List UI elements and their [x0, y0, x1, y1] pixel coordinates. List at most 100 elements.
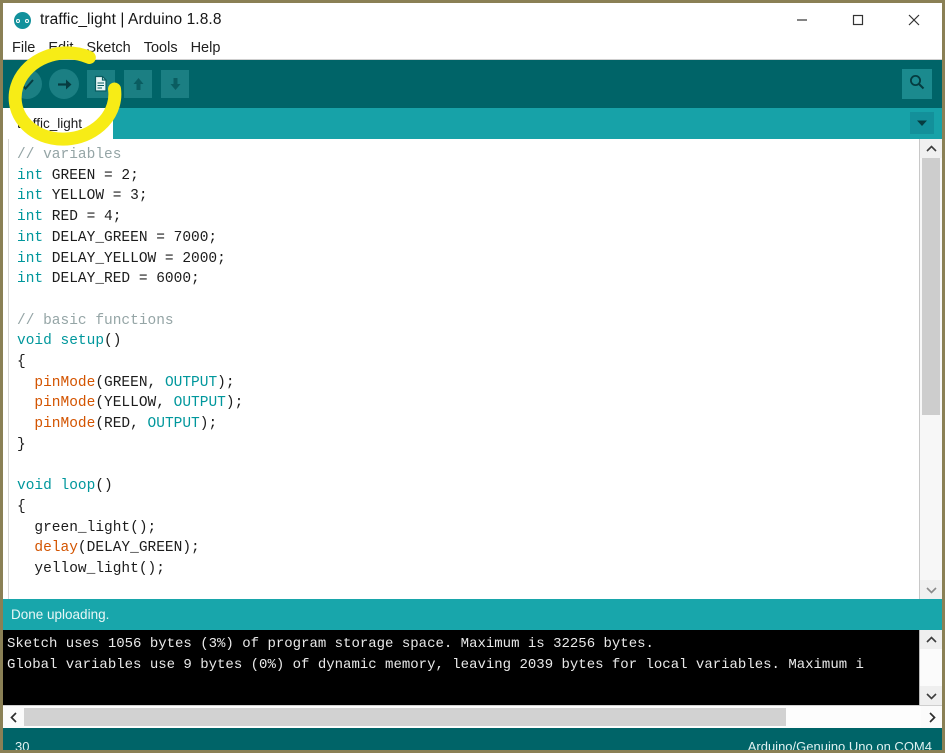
open-sketch-button[interactable] — [122, 68, 154, 100]
code-token: green_light(); — [17, 520, 156, 536]
verify-button[interactable] — [11, 68, 43, 100]
code-token: ); — [200, 416, 217, 432]
code-token — [17, 375, 34, 391]
code-token: pinMode — [34, 375, 95, 391]
code-token: pinMode — [34, 416, 95, 432]
console-area: Sketch uses 1056 bytes (3%) of program s… — [3, 630, 942, 705]
code-token: OUTPUT — [165, 375, 217, 391]
code-line: green_light(); — [9, 518, 919, 539]
line-number-indicator: 30 — [15, 739, 29, 753]
code-token: void — [17, 478, 52, 494]
magnifier-icon — [908, 73, 926, 96]
document-icon — [87, 70, 115, 98]
menu-item-help[interactable]: Help — [191, 40, 228, 56]
code-token: setup — [61, 333, 105, 349]
code-token: { — [17, 354, 26, 370]
code-line: { — [9, 497, 919, 518]
toolbar — [3, 60, 942, 108]
arrow-up-icon — [124, 70, 152, 98]
title-bar: traffic_light | Arduino 1.8.8 — [3, 3, 942, 37]
scroll-right-icon[interactable] — [921, 706, 942, 728]
console-horizontal-scrollbar[interactable] — [3, 705, 942, 728]
editor-vertical-scrollbar[interactable] — [919, 139, 942, 599]
board-port-indicator: Arduino/Genuino Uno on COM4 — [748, 739, 932, 753]
scroll-up-icon[interactable] — [920, 139, 942, 158]
menu-item-file[interactable]: File — [12, 40, 42, 56]
scroll-left-icon[interactable] — [3, 706, 24, 728]
menu-item-sketch[interactable]: Sketch — [86, 40, 137, 56]
code-token: int — [17, 188, 43, 204]
hscroll-track[interactable] — [24, 706, 921, 728]
arrow-right-icon — [49, 69, 79, 99]
menu-item-edit[interactable]: Edit — [48, 40, 80, 56]
code-line: int DELAY_YELLOW = 2000; — [9, 249, 919, 270]
console-vertical-scrollbar[interactable] — [919, 630, 942, 705]
upload-button[interactable] — [48, 68, 80, 100]
code-line: } — [9, 435, 919, 456]
code-token: void — [17, 333, 52, 349]
console-line: Global variables use 9 bytes (0%) of dyn… — [7, 655, 919, 676]
code-token — [17, 540, 34, 556]
code-line: { — [9, 352, 919, 373]
code-token: int — [17, 251, 43, 267]
code-line: int DELAY_GREEN = 7000; — [9, 228, 919, 249]
code-line: // variables — [9, 145, 919, 166]
console-output[interactable]: Sketch uses 1056 bytes (3%) of program s… — [3, 630, 919, 705]
tab-menu-button[interactable] — [910, 112, 934, 134]
code-line: int RED = 4; — [9, 207, 919, 228]
console-line: Sketch uses 1056 bytes (3%) of program s… — [7, 634, 919, 655]
tab-traffic-light[interactable]: traffic_light — [3, 108, 113, 139]
new-sketch-button[interactable] — [85, 68, 117, 100]
editor-scroll-track[interactable] — [920, 158, 942, 580]
close-icon[interactable] — [886, 3, 942, 37]
code-token: (GREEN, — [95, 375, 165, 391]
code-token: () — [104, 333, 121, 349]
code-token: int — [17, 168, 43, 184]
scroll-down-icon[interactable] — [920, 580, 942, 599]
code-token: int — [17, 230, 43, 246]
code-token — [17, 416, 34, 432]
code-token — [52, 478, 61, 494]
chevron-down-icon — [916, 114, 928, 132]
code-line: pinMode(RED, OUTPUT); — [9, 414, 919, 435]
code-token: yellow_light(); — [17, 561, 165, 577]
editor-scroll-thumb[interactable] — [922, 158, 940, 415]
code-line: pinMode(YELLOW, OUTPUT); — [9, 393, 919, 414]
code-token: () — [95, 478, 112, 494]
code-token: // basic functions — [17, 313, 174, 329]
bottom-status-bar: 30 Arduino/Genuino Uno on COM4 — [3, 728, 942, 753]
editor-area: // variablesint GREEN = 2;int YELLOW = 3… — [3, 139, 942, 599]
code-token: (DELAY_GREEN); — [78, 540, 200, 556]
window-title: traffic_light | Arduino 1.8.8 — [40, 11, 222, 29]
save-sketch-button[interactable] — [159, 68, 191, 100]
status-strip: Done uploading. — [3, 599, 942, 630]
menu-item-tools[interactable]: Tools — [144, 40, 185, 56]
code-token: ); — [217, 375, 234, 391]
code-line: // basic functions — [9, 311, 919, 332]
tab-label: traffic_light — [17, 116, 82, 131]
minimize-icon[interactable] — [774, 3, 830, 37]
code-line: int YELLOW = 3; — [9, 186, 919, 207]
serial-monitor-button[interactable] — [902, 69, 932, 99]
maximize-icon[interactable] — [830, 3, 886, 37]
code-token: GREEN = 2; — [43, 168, 139, 184]
code-line — [9, 290, 919, 311]
console-scroll-down-icon[interactable] — [920, 686, 942, 705]
code-line: yellow_light(); — [9, 559, 919, 580]
arduino-logo-icon — [14, 12, 31, 29]
console-scroll-track[interactable] — [920, 649, 942, 686]
code-token: YELLOW = 3; — [43, 188, 147, 204]
code-token: // variables — [17, 147, 121, 163]
console-scroll-up-icon[interactable] — [920, 630, 942, 649]
code-token: pinMode — [34, 395, 95, 411]
tab-bar: traffic_light — [3, 108, 942, 139]
window-controls — [774, 3, 942, 37]
menu-bar: File Edit Sketch Tools Help — [3, 37, 942, 60]
hscroll-thumb[interactable] — [24, 708, 786, 726]
code-token: ); — [226, 395, 243, 411]
code-line: void setup() — [9, 331, 919, 352]
code-line — [9, 456, 919, 477]
code-token: DELAY_GREEN = 7000; — [43, 230, 217, 246]
code-line: pinMode(GREEN, OUTPUT); — [9, 373, 919, 394]
code-editor[interactable]: // variablesint GREEN = 2;int YELLOW = 3… — [9, 139, 919, 599]
